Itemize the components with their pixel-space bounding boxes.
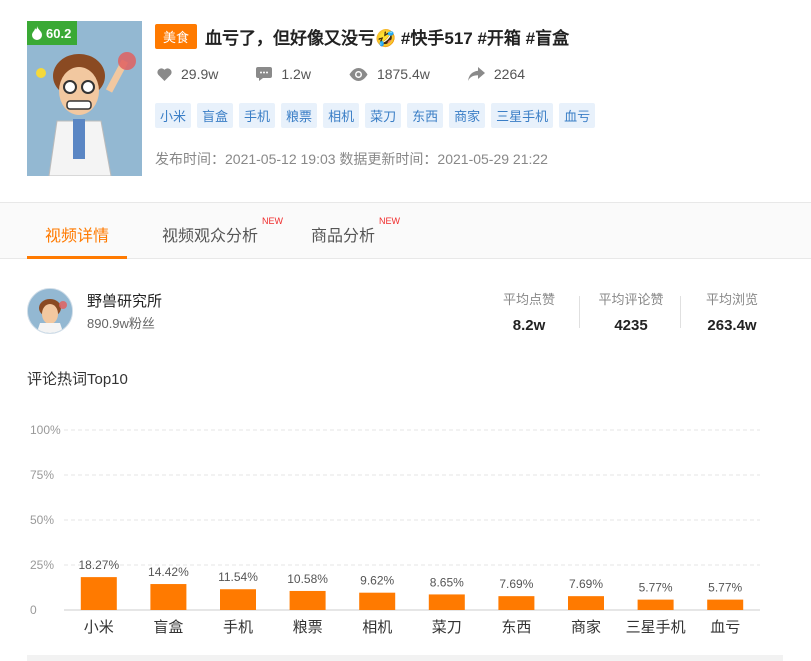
bar-血亏[interactable]	[707, 599, 744, 610]
x-category-label: 商家	[571, 619, 601, 636]
keyword-tag[interactable]: 粮票	[281, 103, 318, 128]
divider	[680, 296, 681, 328]
bottom-strip	[27, 655, 783, 661]
video-header: 60.2 美食 血亏了，但好像又没亏🤣 #快手517 #开箱 #盲盒 29.9w…	[0, 0, 811, 203]
bar-value-label: 8.65%	[430, 575, 464, 589]
x-category-label: 粮票	[293, 619, 323, 636]
x-category-label: 菜刀	[432, 619, 462, 636]
score-badge: 60.2	[27, 21, 78, 45]
avatar-illustration	[28, 289, 72, 333]
x-category-label: 东西	[501, 619, 531, 636]
chart-title: 评论热词Top10	[27, 371, 128, 388]
likes-stat: 29.9w	[157, 66, 218, 82]
tab-label: 商品分析	[311, 228, 376, 245]
y-tick-label: 75%	[30, 468, 54, 482]
bar-value-label: 5.77%	[639, 581, 673, 595]
bar-value-label: 5.77%	[708, 581, 742, 595]
tab-label: 视频观众分析	[162, 228, 259, 245]
bar-value-label: 10.58%	[287, 572, 328, 586]
keyword-tag[interactable]: 商家	[449, 103, 486, 128]
metric-avg-likes: 平均点赞 8.2w	[492, 289, 566, 334]
bar-value-label: 14.42%	[148, 565, 189, 579]
keyword-tag[interactable]: 相机	[323, 103, 360, 128]
metric-label: 平均点赞	[502, 292, 555, 307]
comments-stat: 1.2w	[256, 66, 311, 82]
y-tick-label: 0	[30, 603, 37, 617]
bar-value-label: 9.62%	[360, 574, 394, 588]
y-tick-label: 25%	[30, 558, 54, 572]
video-thumbnail[interactable]: 60.2	[27, 21, 142, 176]
bar-菜刀[interactable]	[428, 594, 465, 610]
comment-icon	[256, 67, 273, 81]
bar-value-label: 7.69%	[499, 577, 533, 591]
keyword-tag[interactable]: 手机	[239, 103, 276, 128]
flame-icon	[32, 26, 42, 40]
keyword-tag[interactable]: 三星手机	[491, 103, 554, 128]
bar-value-label: 11.54%	[218, 570, 258, 584]
views-stat: 1875.4w	[349, 66, 430, 82]
keyword-tag[interactable]: 东西	[407, 103, 444, 128]
keyword-tags: 小米 盲盒 手机 粮票 相机 菜刀 东西 商家 三星手机 血亏	[155, 103, 596, 128]
keyword-tag[interactable]: 盲盒	[197, 103, 234, 128]
new-badge: NEW	[262, 216, 283, 226]
video-title[interactable]: 血亏了，但好像又没亏🤣 #快手517 #开箱 #盲盒	[205, 24, 569, 49]
author-avatar[interactable]	[27, 288, 73, 334]
shares-stat: 2264	[467, 66, 526, 82]
tab-audience-analysis[interactable]: 视频观众分析 NEW	[162, 216, 283, 246]
bar-三星手机[interactable]	[637, 599, 674, 610]
x-category-label: 盲盒	[153, 619, 183, 636]
tab-bar: 视频详情 视频观众分析 NEW 商品分析 NEW	[0, 203, 811, 259]
x-category-label: 三星手机	[626, 619, 686, 636]
heart-icon	[157, 67, 172, 81]
bar-东西[interactable]	[498, 596, 535, 610]
keyword-bar-chart: 0 25% 50% 75% 100% 18.27% 小米 14.42% 盲盒 11.54% 手机 10…	[30, 423, 760, 636]
y-tick-label: 100%	[30, 423, 61, 437]
comments-count: 1.2w	[281, 66, 311, 82]
author-fans: 890.9w粉丝	[87, 316, 155, 331]
title-row: 美食 血亏了，但好像又没亏🤣 #快手517 #开箱 #盲盒	[155, 24, 569, 49]
y-tick-label: 50%	[30, 513, 54, 527]
tab-product-analysis[interactable]: 商品分析 NEW	[311, 216, 400, 246]
likes-count: 29.9w	[181, 66, 219, 82]
bar-盲盒[interactable]	[150, 584, 187, 610]
x-category-label: 手机	[223, 619, 253, 636]
bar-小米[interactable]	[80, 577, 117, 610]
shares-count: 2264	[493, 66, 526, 82]
bar-value-label: 7.69%	[569, 577, 603, 591]
metric-avg-comment-likes: 平均评论赞 4235	[591, 289, 671, 334]
divider	[579, 296, 580, 328]
metric-label: 平均评论赞	[598, 292, 664, 307]
share-icon	[467, 67, 485, 81]
bar-粮票[interactable]	[289, 590, 326, 610]
tab-label: 视频详情	[45, 228, 110, 245]
keyword-tag[interactable]: 血亏	[559, 103, 596, 128]
x-category-label: 小米	[84, 619, 114, 636]
bar-相机[interactable]	[359, 592, 396, 610]
keyword-tag[interactable]: 菜刀	[365, 103, 402, 128]
new-badge: NEW	[379, 216, 400, 226]
metric-avg-views: 平均浏览 263.4w	[694, 289, 770, 334]
views-count: 1875.4w	[376, 66, 430, 82]
metric-value: 4235	[614, 317, 648, 334]
metric-value: 263.4w	[707, 317, 757, 334]
category-tag: 美食	[155, 24, 198, 49]
eye-icon	[349, 67, 368, 81]
bar-商家[interactable]	[568, 596, 604, 610]
metric-value: 8.2w	[512, 317, 546, 334]
bar-value-label: 18.27%	[78, 558, 119, 572]
score-value: 60.2	[46, 25, 72, 41]
metric-label: 平均浏览	[705, 292, 758, 307]
x-category-label: 血亏	[710, 619, 740, 636]
x-category-label: 相机	[362, 619, 392, 636]
stats-row: 29.9w 1.2w 1875.4w 2264	[157, 66, 563, 82]
active-tab-indicator	[27, 256, 127, 259]
keyword-tag[interactable]: 小米	[155, 103, 192, 128]
author-name[interactable]: 野兽研究所	[87, 290, 162, 311]
time-info: 发布时间：2021-05-12 19:03 数据更新时间：2021-05-29 …	[155, 151, 548, 167]
tab-video-detail[interactable]: 视频详情	[45, 222, 109, 246]
bar-手机[interactable]	[220, 589, 256, 610]
